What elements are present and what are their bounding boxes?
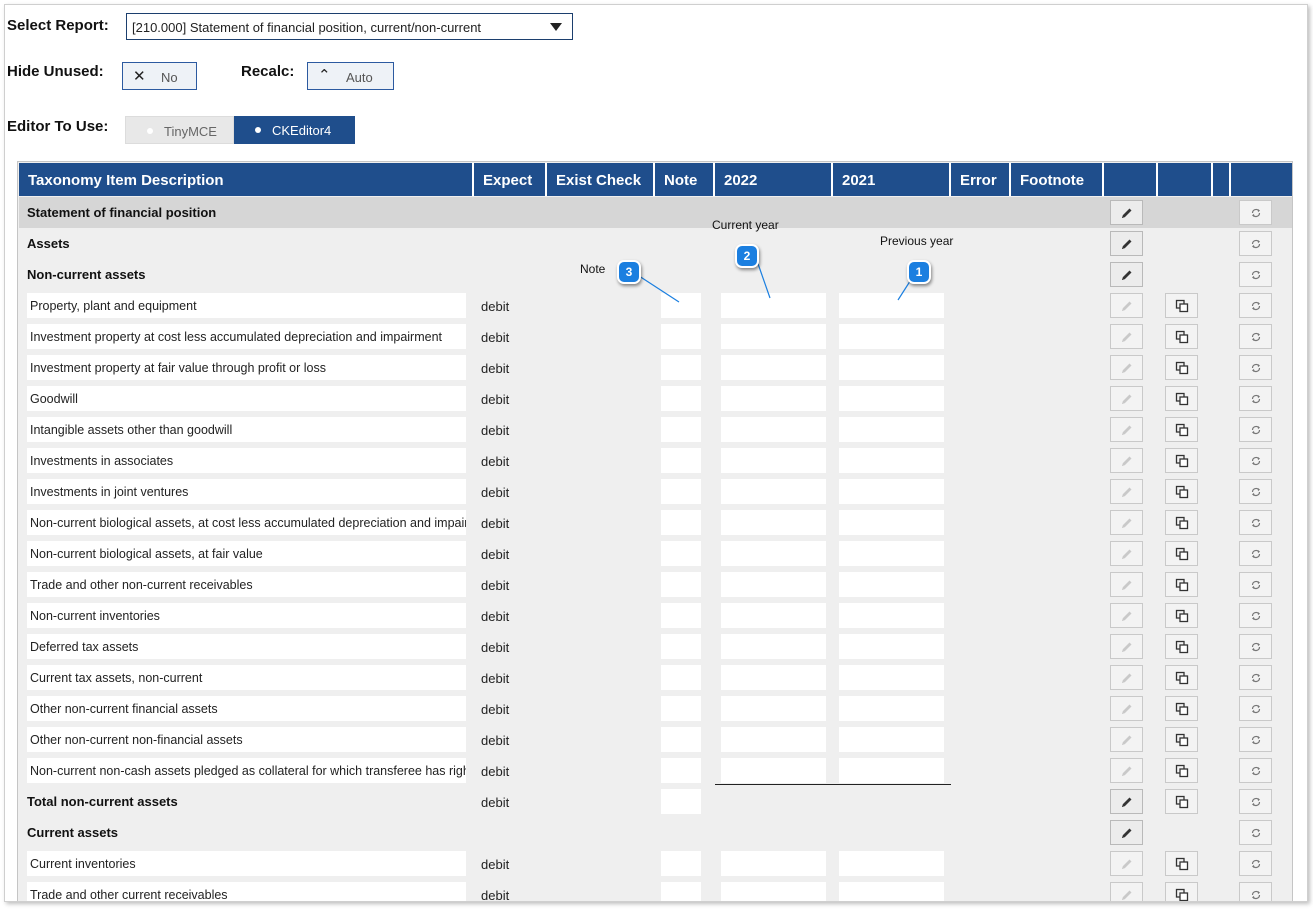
taxonomy-grid: Taxonomy Item Description Expect Exist C… <box>17 161 1293 901</box>
hide-unused-toggle[interactable]: ✕ No <box>122 62 197 90</box>
radio-dot-icon <box>255 127 261 133</box>
hide-unused-label: Hide Unused: <box>7 63 104 80</box>
recalc-label: Recalc: <box>241 63 295 80</box>
editor-label: Editor To Use: <box>7 118 109 135</box>
hide-unused-value: No <box>161 70 178 85</box>
report-select-value: [210.000] Statement of financial positio… <box>132 20 482 35</box>
callout-badge-1: 1 <box>907 260 931 284</box>
editor-option-ckeditor[interactable]: CKEditor4 <box>234 116 355 144</box>
chevron-up-icon: ⌃ <box>318 67 331 84</box>
editor-option-tinymce[interactable]: TinyMCE <box>125 116 234 144</box>
callout-badge-3: 3 <box>617 260 641 284</box>
editor-option-label: TinyMCE <box>164 124 217 139</box>
report-select[interactable]: [210.000] Statement of financial positio… <box>126 13 573 40</box>
editor-option-label: CKEditor4 <box>272 123 332 138</box>
report-editor-window: Select Report: [210.000] Statement of fi… <box>4 4 1308 902</box>
radio-dot-icon <box>147 128 153 134</box>
callout-pointers <box>635 257 915 303</box>
callout-badge-2: 2 <box>735 244 759 268</box>
recalc-value: Auto <box>346 70 373 85</box>
select-report-label: Select Report: <box>7 17 109 34</box>
chevron-down-icon <box>550 23 562 31</box>
close-icon: ✕ <box>133 68 146 85</box>
recalc-toggle[interactable]: ⌃ Auto <box>307 62 394 90</box>
